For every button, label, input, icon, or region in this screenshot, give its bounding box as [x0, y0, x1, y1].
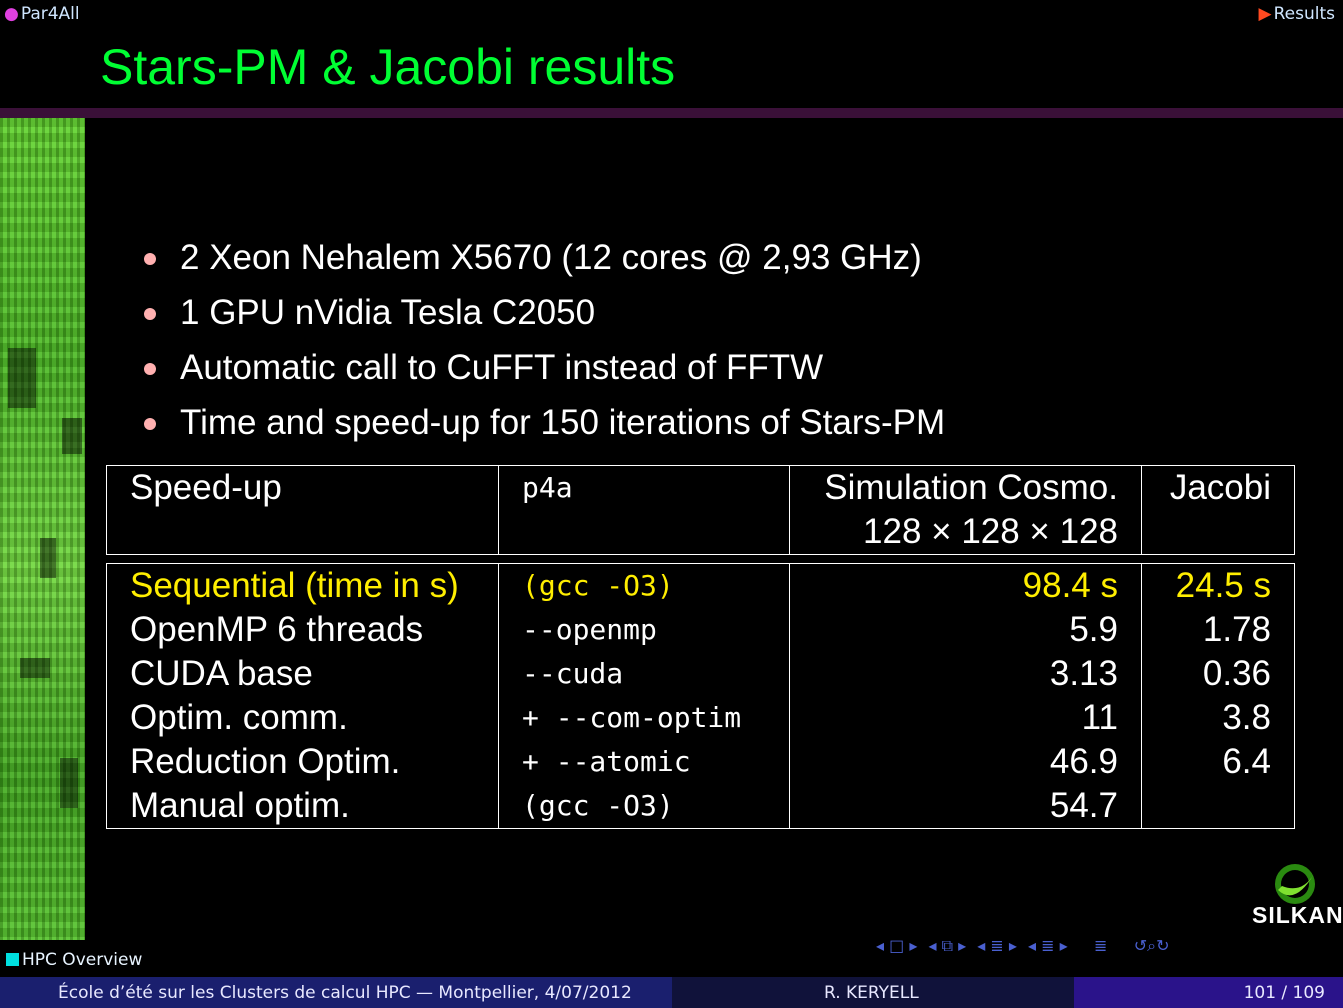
row-jacobi-value: 24.5 s [1141, 563, 1295, 608]
nav-subsection-icon[interactable]: ◂ ≣ ▸ [1028, 936, 1068, 955]
row-sim-value: 46.9 [789, 740, 1142, 784]
table-row: CUDA base --cuda 3.13 0.36 [106, 652, 1295, 696]
nav-prev-subsection-icon[interactable]: ◂ ⧉ ▸ [928, 936, 966, 955]
table-separator [107, 555, 1295, 564]
table-row: Reduction Optim. + --atomic 46.9 6.4 [106, 740, 1295, 784]
table-header-row: Speed-up p4a Simulation Cosmo. 128 × 128 … [106, 465, 1295, 555]
breadcrumb-right-label: Results [1273, 4, 1335, 24]
row-option: + --atomic [498, 740, 790, 784]
row-option: --openmp [498, 608, 790, 652]
row-option: (gcc -O3) [498, 784, 790, 829]
row-sim-value: 5.9 [789, 608, 1142, 652]
bullet-item: Automatic call to CuFFT instead of FFTW [142, 345, 945, 400]
header-simulation: Simulation Cosmo. 128 × 128 × 128 [789, 465, 1142, 555]
triangle-right-icon: ▶ [1258, 4, 1272, 24]
header-simulation-label: Simulation Cosmo. [824, 468, 1118, 507]
row-label: Reduction Optim. [106, 740, 499, 784]
footer-event: École d’été sur les Clusters de calcul H… [58, 983, 632, 1003]
chip-mark [60, 758, 78, 808]
row-sim-value: 3.13 [789, 652, 1142, 696]
footer-event-block: École d’été sur les Clusters de calcul H… [0, 977, 672, 1008]
bullet-dot-icon: ● [4, 4, 19, 24]
title-divider [0, 108, 1343, 118]
header-speedup: Speed-up [106, 465, 499, 555]
breadcrumb-left[interactable]: ● Par4All [4, 4, 80, 24]
footer-author-block: R. KERYELL [672, 977, 1074, 1008]
header-jacobi: Jacobi [1141, 465, 1295, 555]
row-sim-value: 54.7 [789, 784, 1142, 829]
nav-align-icon[interactable]: ≣ [1079, 936, 1107, 955]
beamer-navigation[interactable]: ◂ □ ▸ ◂ ⧉ ▸ ◂ ≣ ▸ ◂ ≣ ▸ ≣ ↺⌕↻ [876, 936, 1175, 956]
table-row: Optim. comm. + --com-optim 11 3.8 [106, 696, 1295, 740]
section-square-icon [6, 953, 19, 966]
nav-back-search-forward-icon[interactable]: ↺⌕↻ [1118, 936, 1170, 955]
table-row: OpenMP 6 threads --openmp 5.9 1.78 [106, 608, 1295, 652]
footer-page-number: 101 / 109 [1243, 983, 1325, 1003]
footer-author: R. KERYELL [824, 983, 919, 1003]
separator-cell [107, 555, 1295, 564]
nav-section-icon[interactable]: ◂ ≣ ▸ [977, 936, 1017, 955]
results-table: Speed-up p4a Simulation Cosmo. 128 × 128 … [106, 465, 1295, 829]
breadcrumb-left-label: Par4All [20, 4, 80, 24]
footer-bar: École d’été sur les Clusters de calcul H… [0, 977, 1343, 1008]
breadcrumb-right[interactable]: ▶ Results [1259, 4, 1335, 24]
row-option: + --com-optim [498, 696, 790, 740]
row-label: CUDA base [106, 652, 499, 696]
row-option: (gcc -O3) [498, 563, 790, 608]
section-indicator[interactable]: HPC Overview [6, 950, 142, 970]
chip-mark [20, 658, 50, 678]
row-label: OpenMP 6 threads [106, 608, 499, 652]
row-label: Manual optim. [106, 784, 499, 829]
logo-text: SILKAN [1252, 902, 1343, 928]
bullet-item: 2 Xeon Nehalem X5670 (12 cores @ 2,93 GH… [142, 235, 945, 290]
chip-mark [8, 348, 36, 408]
footer-page-block: 101 / 109 [1074, 977, 1343, 1008]
chip-mark [40, 538, 56, 578]
bullet-item: 1 GPU nVidia Tesla C2050 [142, 290, 945, 345]
row-jacobi-value: 0.36 [1141, 652, 1295, 696]
header-simulation-size: 128 × 128 × 128 [863, 512, 1118, 551]
sidebar-circuit-image [0, 118, 85, 940]
row-option: --cuda [498, 652, 790, 696]
row-jacobi-value: 6.4 [1141, 740, 1295, 784]
section-label: HPC Overview [22, 950, 143, 970]
nav-prev-frame-icon[interactable]: ◂ □ ▸ [876, 936, 917, 955]
row-jacobi-value [1141, 784, 1295, 829]
row-sim-value: 11 [789, 696, 1142, 740]
bullet-list: 2 Xeon Nehalem X5670 (12 cores @ 2,93 GH… [142, 235, 945, 455]
bullet-item: Time and speed-up for 150 iterations of … [142, 400, 945, 455]
row-jacobi-value: 3.8 [1141, 696, 1295, 740]
chip-mark [62, 418, 82, 454]
row-label: Sequential (time in s) [106, 563, 499, 608]
table-row: Manual optim. (gcc -O3) 54.7 [106, 784, 1295, 829]
row-sim-value: 98.4 s [789, 563, 1142, 608]
row-label: Optim. comm. [106, 696, 499, 740]
slide-title: Stars-PM & Jacobi results [100, 39, 676, 95]
table-row: Sequential (time in s) (gcc -O3) 98.4 s … [106, 563, 1295, 608]
row-jacobi-value: 1.78 [1141, 608, 1295, 652]
header-p4a: p4a [498, 465, 790, 555]
